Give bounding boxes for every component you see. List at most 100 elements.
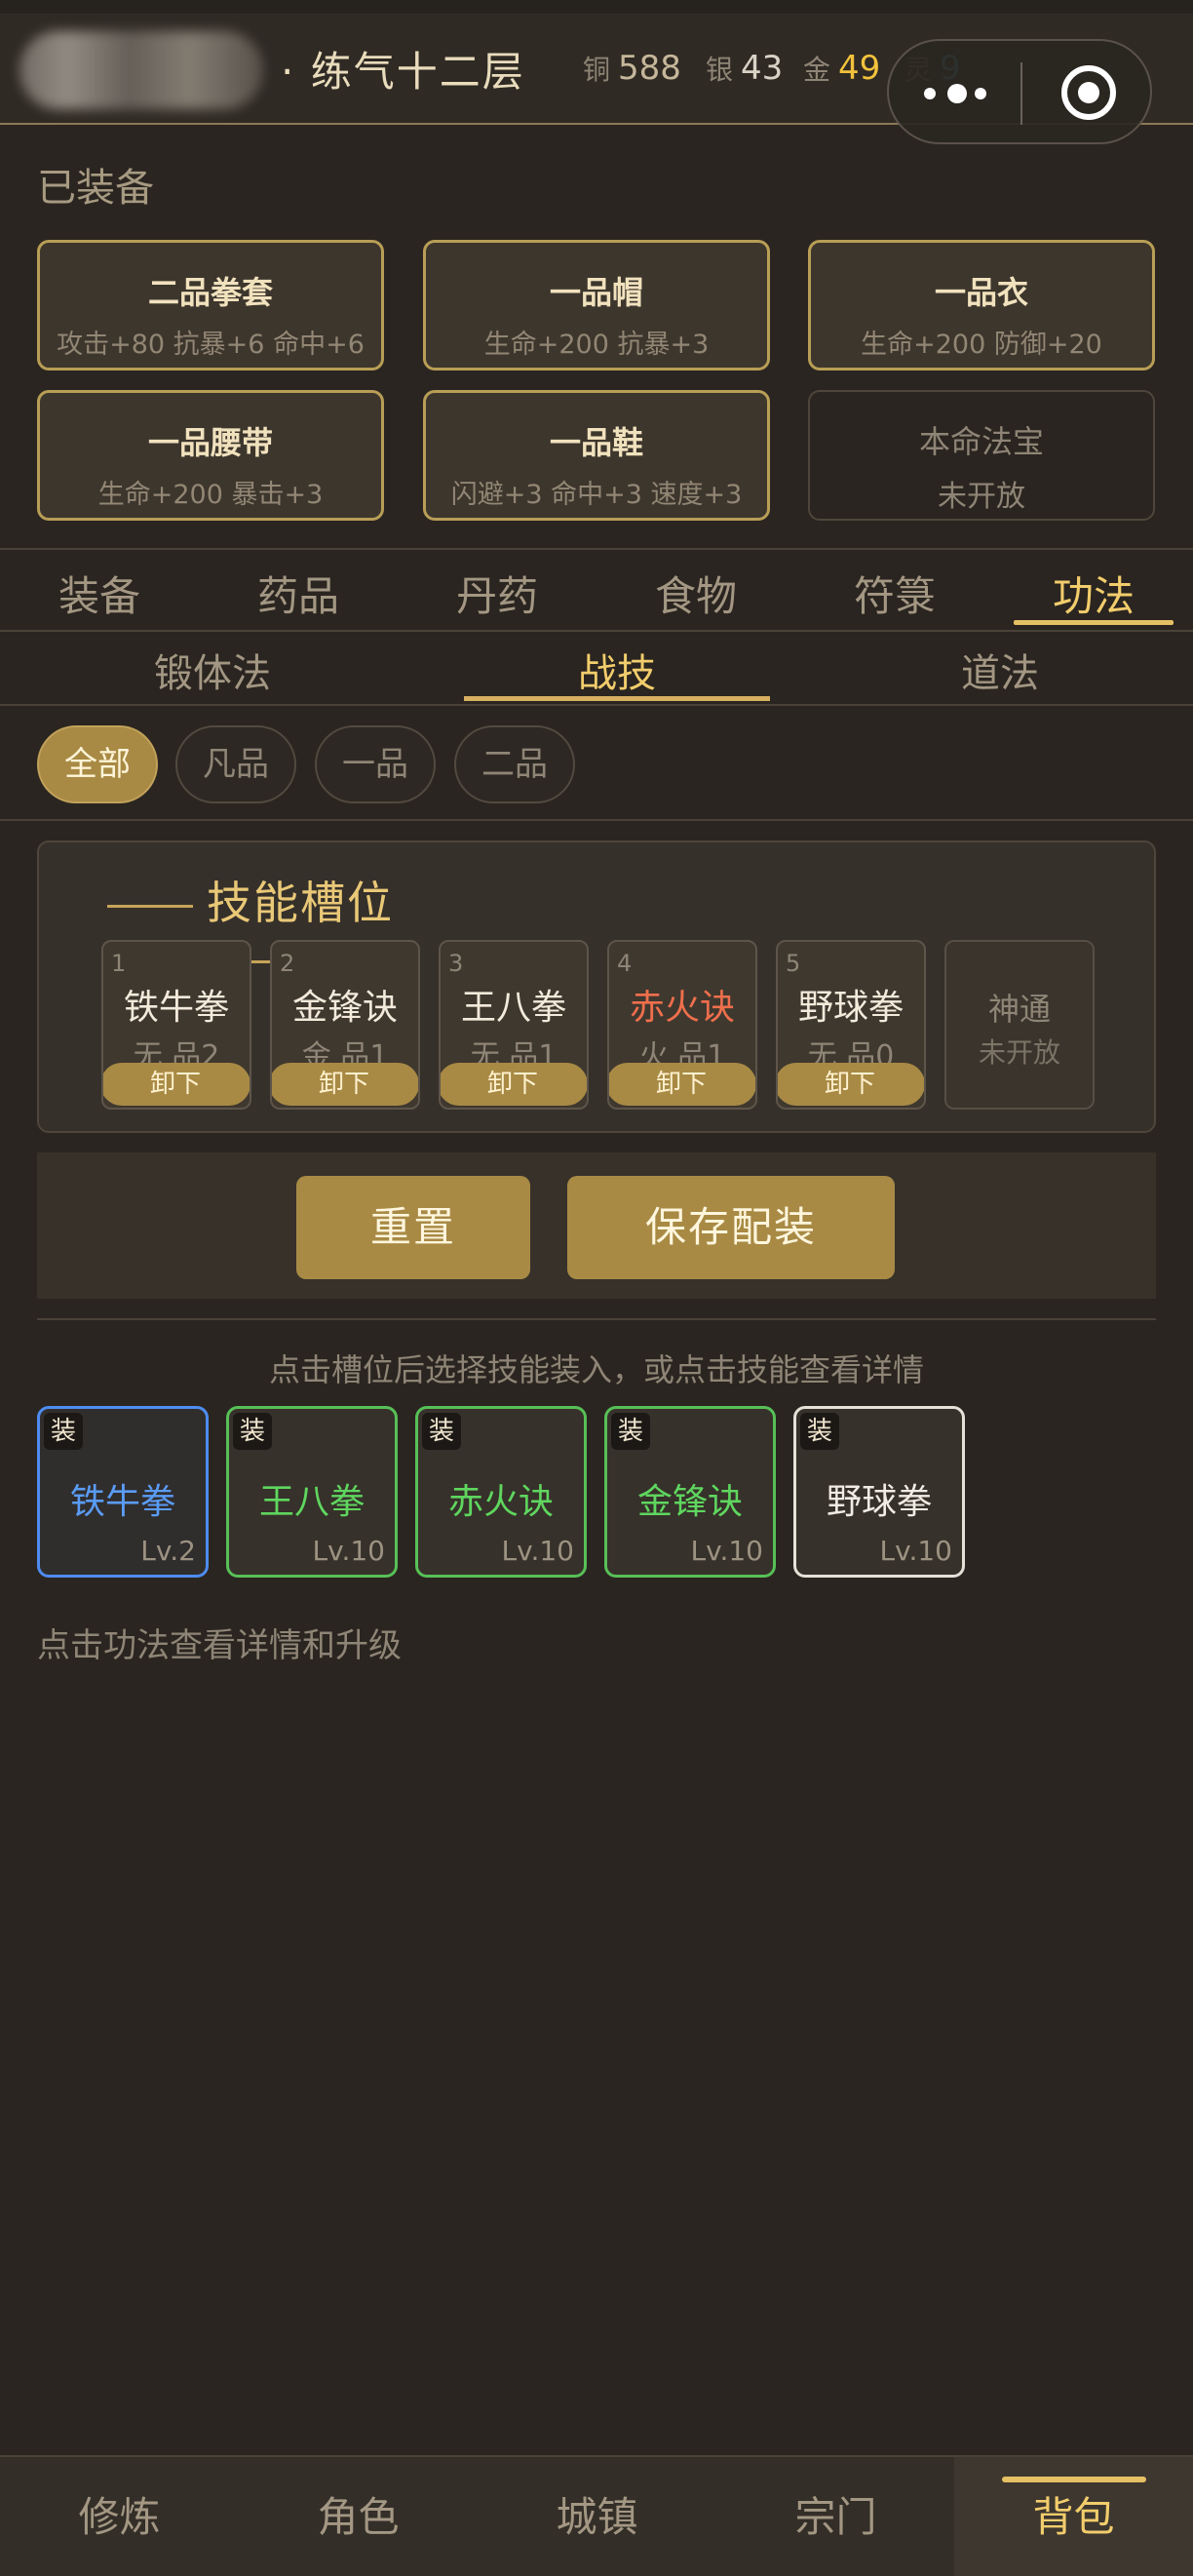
tab-food[interactable]: 食物 [596, 564, 795, 623]
currency-gold: 金 49 [803, 49, 880, 88]
unequip-button[interactable]: 卸下 [609, 1063, 755, 1106]
skill-name: 野球拳 [826, 1482, 932, 1522]
skill-card-wangba[interactable]: 装 王八拳 Lv.10 [226, 1406, 398, 1578]
nav-cultivate[interactable]: 修炼 [0, 2457, 239, 2576]
skill-card-yeqiu[interactable]: 装 野球拳 Lv.10 [793, 1406, 965, 1578]
skill-name: 王八拳 [258, 1482, 365, 1522]
skill-slot-1[interactable]: 1 铁牛拳 无 品2 卸下 [101, 940, 251, 1110]
nav-character[interactable]: 角色 [239, 2457, 478, 2576]
skill-level: Lv.10 [312, 1535, 385, 1567]
equip-slot-hat[interactable]: 一品帽 生命+200 抗暴+3 [423, 240, 770, 371]
slot-number: 2 [280, 950, 295, 977]
equip-name: 一品鞋 [549, 424, 643, 461]
skill-card-tieniu[interactable]: 装 铁牛拳 Lv.2 [37, 1406, 209, 1578]
subtab-dao-arts[interactable]: 道法 [844, 642, 1156, 698]
reset-button[interactable]: 重置 [296, 1176, 530, 1279]
close-target-icon[interactable] [1061, 65, 1116, 120]
equip-name: 一品帽 [549, 274, 643, 311]
slot-number: 4 [617, 950, 633, 977]
active-nav-indicator [1002, 2477, 1146, 2482]
skill-slot-5[interactable]: 5 野球拳 无 品0 卸下 [776, 940, 926, 1110]
blurred-avatar[interactable] [19, 31, 263, 109]
skill-slot-divine-locked: 神通 未开放 [944, 940, 1095, 1110]
equipped-badge: 装 [422, 1413, 461, 1450]
equipped-section-title: 已装备 [37, 166, 154, 211]
equip-stats: 闪避+3 命中+3 速度+3 [450, 480, 743, 510]
slot-number: 1 [111, 950, 127, 977]
equip-stats: 攻击+80 抗暴+6 命中+6 [57, 330, 365, 360]
skill-slots-title-text: 技能槽位 [207, 877, 394, 929]
equipped-badge: 装 [800, 1413, 839, 1450]
subtab-body-tempering[interactable]: 锻体法 [57, 642, 368, 698]
slot-skill-name: 赤火诀 [629, 988, 735, 1028]
unequip-button[interactable]: 卸下 [272, 1063, 418, 1106]
tab-techniques[interactable]: 功法 [994, 564, 1193, 623]
bottom-navigation: 修炼 角色 城镇 宗门 背包 [0, 2455, 1193, 2576]
technique-subtabs: 锻体法 战技 道法 [0, 632, 1193, 706]
slot-skill-name: 野球拳 [797, 988, 904, 1028]
equip-name: 一品腰带 [147, 424, 273, 461]
subtab-combat-skills[interactable]: 战技 [461, 642, 773, 698]
equip-status: 未开放 [938, 480, 1025, 514]
nav-bag[interactable]: 背包 [954, 2457, 1193, 2576]
equip-name: 一品衣 [934, 274, 1028, 311]
skill-level: Lv.10 [501, 1535, 574, 1567]
save-loadout-button[interactable]: 保存配装 [567, 1176, 895, 1279]
capsule-divider [1020, 62, 1022, 125]
more-icon[interactable] [924, 80, 986, 107]
currency-copper: 铜 588 [583, 49, 681, 88]
skill-slots-panel: 技能槽位 1 铁牛拳 无 品2 卸下 2 金锋诀 金 品1 卸下 3 王八拳 无… [37, 840, 1156, 1133]
skill-slot-3[interactable]: 3 王八拳 无 品1 卸下 [439, 940, 589, 1110]
status-strip [0, 0, 1193, 14]
equip-slot-belt[interactable]: 一品腰带 生命+200 暴击+3 [37, 390, 384, 521]
currency-gold-label: 金 [803, 54, 831, 86]
tab-medicine[interactable]: 药品 [199, 564, 398, 623]
filter-all[interactable]: 全部 [37, 725, 158, 803]
equipped-badge: 装 [44, 1413, 83, 1450]
tab-talismans[interactable]: 符箓 [795, 564, 994, 623]
unequip-button[interactable]: 卸下 [441, 1063, 587, 1106]
filter-grade-1[interactable]: 一品 [315, 725, 436, 803]
equip-stats: 生命+200 抗暴+3 [483, 330, 710, 360]
skill-level: Lv.2 [140, 1535, 196, 1567]
tab-equipment[interactable]: 装备 [0, 564, 199, 623]
equipped-badge: 装 [611, 1413, 650, 1450]
divider [37, 1318, 1156, 1320]
skill-card-chihuo[interactable]: 装 赤火诀 Lv.10 [415, 1406, 587, 1578]
skill-slot-4[interactable]: 4 赤火诀 火 品1 卸下 [607, 940, 757, 1110]
character-realm: · 练气十二层 [281, 48, 525, 96]
equip-slot-shoes[interactable]: 一品鞋 闪避+3 命中+3 速度+3 [423, 390, 770, 521]
equip-stats: 生命+200 防御+20 [861, 330, 1102, 360]
slot-hint-text: 点击槽位后选择技能装入，或点击技能查看详情 [268, 1351, 924, 1388]
category-tabs: 装备 药品 丹药 食物 符箓 功法 [0, 548, 1193, 632]
skill-name: 铁牛拳 [69, 1482, 175, 1522]
equip-name: 二品拳套 [147, 274, 273, 311]
slot-skill-name: 王八拳 [460, 988, 566, 1028]
skill-card-jinfeng[interactable]: 装 金锋诀 Lv.10 [604, 1406, 776, 1578]
upgrade-hint-text: 点击功法查看详情和升级 [37, 1626, 402, 1665]
active-subtab-underline [464, 696, 770, 701]
tab-pills[interactable]: 丹药 [398, 564, 596, 623]
equip-name: 本命法宝 [918, 423, 1044, 460]
loadout-action-bar: 重置 保存配装 [37, 1152, 1156, 1299]
skill-name: 赤火诀 [447, 1482, 554, 1522]
unequip-button[interactable]: 卸下 [103, 1063, 250, 1106]
unequip-button[interactable]: 卸下 [778, 1063, 924, 1106]
title-line-left [107, 905, 193, 908]
filter-grade-2[interactable]: 二品 [454, 725, 575, 803]
slot-skill-name: 铁牛拳 [123, 988, 229, 1028]
slot-number: 3 [448, 950, 464, 977]
slot-locked-status: 未开放 [978, 1036, 1060, 1069]
currency-copper-value: 588 [618, 49, 681, 88]
skill-level: Lv.10 [690, 1535, 763, 1567]
equip-slot-fist[interactable]: 二品拳套 攻击+80 抗暴+6 命中+6 [37, 240, 384, 371]
equip-slot-robe[interactable]: 一品衣 生命+200 防御+20 [808, 240, 1155, 371]
nav-town[interactable]: 城镇 [478, 2457, 716, 2576]
skill-slot-2[interactable]: 2 金锋诀 金 品1 卸下 [270, 940, 420, 1110]
nav-sect[interactable]: 宗门 [716, 2457, 955, 2576]
slot-number: 5 [786, 950, 801, 977]
skill-level: Lv.10 [879, 1535, 952, 1567]
equipped-badge: 装 [233, 1413, 272, 1450]
currency-silver-value: 43 [741, 49, 784, 88]
filter-common[interactable]: 凡品 [175, 725, 296, 803]
